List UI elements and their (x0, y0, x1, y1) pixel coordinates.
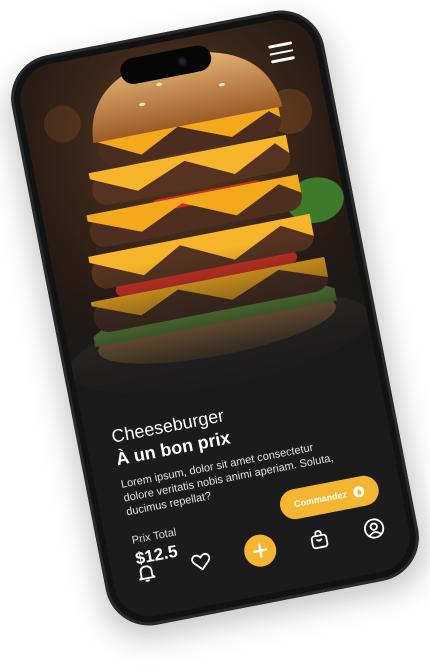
plus-icon (253, 543, 268, 558)
hand-pointer-icon (353, 486, 365, 498)
camera-lens (176, 55, 189, 68)
phone-frame: Cheeseburger À un bon prix Lorem ipsum, … (3, 2, 427, 634)
order-button-label: Commandez (293, 489, 348, 510)
app-screen: Cheeseburger À un bon prix Lorem ipsum, … (14, 13, 416, 623)
user-icon[interactable] (360, 514, 388, 542)
shopping-bag-icon[interactable] (305, 525, 333, 553)
bell-icon[interactable] (132, 559, 160, 587)
add-button[interactable] (241, 531, 279, 570)
heart-icon[interactable] (187, 548, 215, 576)
